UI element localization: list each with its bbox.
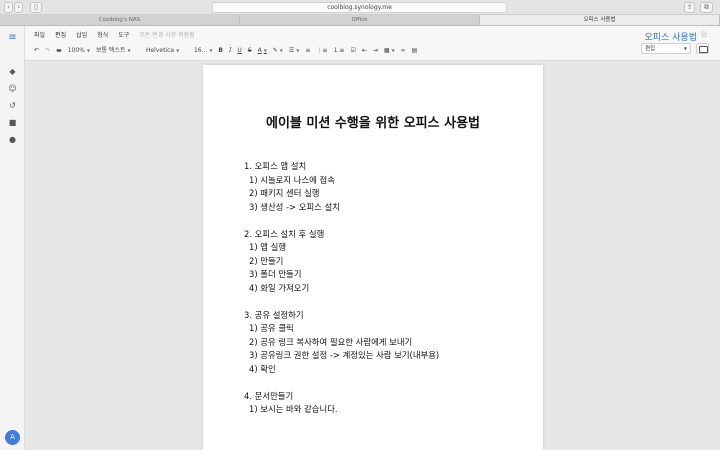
list-item: 1) 공유 클릭 xyxy=(249,323,294,333)
app-header: 파일 편집 삽입 형식 도구 모든 변경 사항 저장됨 오피스 사용법 ☆ ↶ … xyxy=(25,26,720,61)
section-title: 1. 오피스 앱 설치 xyxy=(244,161,307,171)
list-item: 2) 공유 링크 복사하여 필요한 사람에게 보내기 xyxy=(249,336,413,347)
checklist-icon[interactable]: ☑ xyxy=(350,46,355,56)
link-icon[interactable]: ∞ xyxy=(401,46,406,56)
strikethrough-button[interactable]: S xyxy=(248,46,252,56)
menu-edit[interactable]: 편집 xyxy=(55,32,66,40)
font-family-select[interactable]: Helvetica ▼ xyxy=(146,46,188,56)
lock-icon[interactable]: ■ xyxy=(7,117,18,128)
document-page[interactable]: 에이블 미션 수행을 위한 오피스 사용법 1. 오피스 앱 설치 1) 시놀로… xyxy=(203,65,543,450)
section-title: 4. 문서만들기 xyxy=(244,390,294,401)
underline-button[interactable]: U xyxy=(237,46,241,56)
tab-coolblog-nas[interactable]: Coolblog's NAS xyxy=(0,15,240,25)
history-icon[interactable]: ↺ xyxy=(7,100,18,111)
comment-icon[interactable]: ▤ xyxy=(412,46,418,56)
list-item: 2) 패키지 센터 실행 xyxy=(249,188,320,198)
bold-button[interactable]: B xyxy=(218,46,223,56)
list-item: 1) 앱 실행 xyxy=(249,242,287,252)
browser-titlebar: ‹ › ▯ coolblog.synology.me ⇪ ⧉ xyxy=(0,0,720,15)
document-title[interactable]: 오피스 사용법 xyxy=(644,30,697,43)
share-button[interactable]: ⇪ xyxy=(684,2,695,13)
paint-format-icon[interactable]: ▬ xyxy=(56,46,62,56)
redo-icon[interactable]: ↷ xyxy=(45,46,50,56)
italic-button[interactable]: I xyxy=(229,46,231,56)
indent-increase-icon[interactable]: ⇥ xyxy=(373,46,378,56)
menu-tools[interactable]: 도구 xyxy=(118,32,129,40)
section-title: 2. 오피스 설치 후 실행 xyxy=(244,228,325,239)
paragraph-style-select[interactable]: 보통 텍스트 ▼ xyxy=(96,46,140,56)
forward-button[interactable]: › xyxy=(14,2,23,13)
document-body: 1. 오피스 앱 설치 1) 시놀로지 나스에 접속 2) 패키지 센터 실행 … xyxy=(244,160,524,417)
address-bar[interactable]: coolblog.synology.me xyxy=(212,2,507,13)
list-item: 4) 화일 가져오기 xyxy=(249,282,310,293)
menu-bar: 파일 편집 삽입 형식 도구 모든 변경 사항 저장됨 xyxy=(34,32,205,40)
formatting-toolbar: ↶ ↷ ▬ 100% ▼ 보통 텍스트 ▼ Helvetica ▼ 16... ▼ B … xyxy=(34,46,423,56)
highlight-icon[interactable]: ✎ ▼ xyxy=(273,46,283,56)
table-icon[interactable]: ▦ ▼ xyxy=(384,46,395,56)
zoom-select[interactable]: 100% ▼ xyxy=(68,46,90,56)
list-item: 3) 공유링크 권한 설정 -> 계정있는 사람 보기(내부용) xyxy=(249,350,440,360)
indent-decrease-icon[interactable]: ⇤ xyxy=(362,46,367,56)
menu-insert[interactable]: 삽입 xyxy=(76,32,87,40)
add-user-icon[interactable]: ☺ xyxy=(7,83,18,94)
tag-icon[interactable]: ◆ xyxy=(7,66,18,77)
undo-icon[interactable]: ↶ xyxy=(34,46,39,56)
list-item: 1) 시놀로지 나스에 접속 xyxy=(249,174,335,185)
section-title: 3. 공유 설정하기 xyxy=(244,309,304,320)
hamburger-menu-icon[interactable]: ≡ xyxy=(7,32,18,43)
back-button[interactable]: ‹ xyxy=(4,2,13,13)
menu-format[interactable]: 형식 xyxy=(97,32,108,40)
font-color-button[interactable]: A ▼ xyxy=(258,46,267,56)
tab-bar: Coolblog's NAS Office 오피스 사용법 xyxy=(0,15,720,26)
star-icon[interactable]: ☆ xyxy=(700,30,708,40)
save-status: 모든 변경 사항 저장됨 xyxy=(139,32,195,39)
list-item: 4) 확인 xyxy=(249,363,276,374)
tabs-overview-button[interactable]: ⧉ xyxy=(700,2,713,13)
left-rail: ≡ ◆ ☺ ↺ ■ ● A xyxy=(0,26,25,450)
align-icon[interactable]: ☰ ▼ xyxy=(289,46,299,56)
info-icon[interactable]: ● xyxy=(7,134,18,145)
document-heading: 에이블 미션 수행을 위한 오피스 사용법 xyxy=(266,116,480,131)
list-item: 3) 폴더 만들기 xyxy=(249,269,302,279)
avatar[interactable]: A xyxy=(5,430,20,445)
bulleted-list-icon[interactable]: ⋮≡ xyxy=(316,46,327,56)
list-item: 1) 보시는 바와 같습니다. xyxy=(249,404,338,414)
menu-file[interactable]: 파일 xyxy=(34,32,45,40)
list-item: 2) 만들기 xyxy=(249,255,284,266)
tab-office[interactable]: Office xyxy=(240,15,480,25)
font-size-select[interactable]: 16... ▼ xyxy=(194,46,212,56)
list-item: 3) 생산성 -> 오피스 설치 xyxy=(249,201,340,212)
document-canvas: 에이블 미션 수행을 위한 오피스 사용법 1. 오피스 앱 설치 1) 시놀로… xyxy=(25,61,720,450)
mode-select[interactable]: 편집 ▼ xyxy=(641,43,691,54)
line-spacing-icon[interactable]: ≡ xyxy=(305,46,310,56)
side-panel-button[interactable] xyxy=(696,43,709,54)
tab-office-usage[interactable]: 오피스 사용법 xyxy=(480,15,720,25)
sidebar-toggle-button[interactable]: ▯ xyxy=(30,2,42,13)
numbered-list-icon[interactable]: ⒈≡ xyxy=(333,46,344,56)
